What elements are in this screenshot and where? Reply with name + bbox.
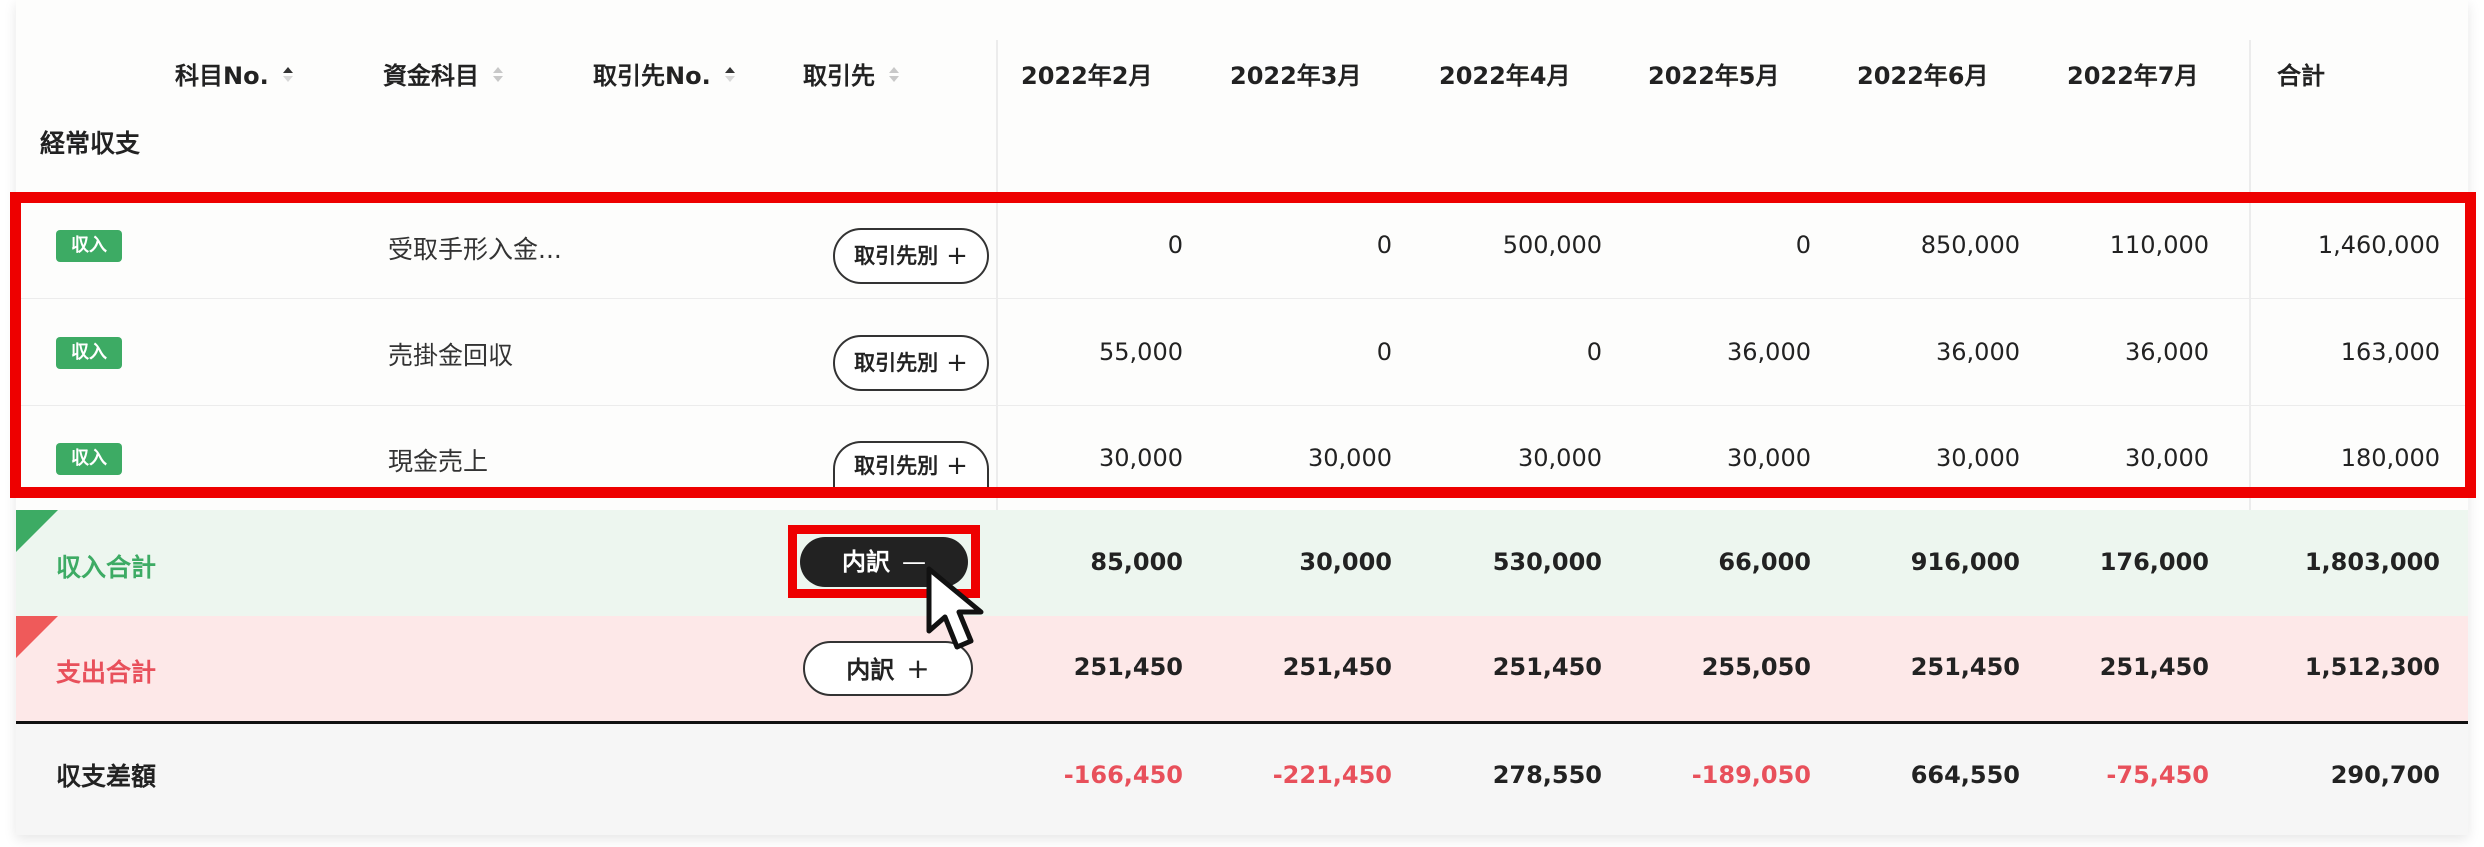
balance-value: 278,550 xyxy=(1492,761,1602,789)
account-name: 売掛金回収 xyxy=(388,341,514,370)
row-value: 0 xyxy=(1167,231,1183,259)
header-month-2: 2022年3月 xyxy=(1230,62,1362,90)
income-total-value: 66,000 xyxy=(1718,548,1811,576)
mouse-pointer-icon xyxy=(926,566,984,650)
balance-value: -221,450 xyxy=(1272,761,1392,789)
balance-total: 290,700 xyxy=(2330,761,2440,789)
row-value: 110,000 xyxy=(2109,231,2209,259)
income-total-sum: 1,803,000 xyxy=(2304,548,2440,576)
row-value: 55,000 xyxy=(1099,338,1183,366)
row-value: 30,000 xyxy=(2125,444,2209,472)
income-badge: 収入 xyxy=(56,337,122,369)
row-value: 36,000 xyxy=(2125,338,2209,366)
income-total-value: 916,000 xyxy=(1910,548,2020,576)
header-month-1: 2022年2月 xyxy=(1021,62,1153,90)
expense-total-sum: 1,512,300 xyxy=(2304,653,2440,681)
header-account[interactable]: 資金科目 xyxy=(383,56,503,91)
row-value: 0 xyxy=(1795,231,1811,259)
expense-total-value: 251,450 xyxy=(1282,653,1392,681)
expense-total-value: 251,450 xyxy=(2099,653,2209,681)
row-value: 500,000 xyxy=(1502,231,1602,259)
row-divider xyxy=(16,405,2468,406)
income-corner-marker xyxy=(16,510,58,552)
account-name: 受取手形入金... xyxy=(388,235,562,264)
income-total-value: 530,000 xyxy=(1492,548,1602,576)
expense-total-label: 支出合計 xyxy=(56,658,157,687)
plus-icon: + xyxy=(946,348,968,378)
header-month-5: 2022年6月 xyxy=(1857,62,1989,90)
income-total-label: 収入合計 xyxy=(56,553,157,582)
row-divider xyxy=(16,298,2468,299)
sort-ascending-icon[interactable] xyxy=(724,67,735,82)
row-value: 30,000 xyxy=(1099,444,1183,472)
balance-value: -75,450 xyxy=(2106,761,2209,789)
row-value: 850,000 xyxy=(1920,231,2020,259)
row-total: 180,000 xyxy=(2340,444,2440,472)
expense-total-value: 255,050 xyxy=(1701,653,1811,681)
row-value: 36,000 xyxy=(1727,338,1811,366)
header-month-3: 2022年4月 xyxy=(1439,62,1571,90)
header-partner-no[interactable]: 取引先No. xyxy=(593,56,735,91)
header-partner[interactable]: 取引先 xyxy=(803,56,899,91)
plus-icon: + xyxy=(946,451,968,481)
by-partner-button[interactable]: 取引先別 + xyxy=(833,335,989,391)
income-total-value: 176,000 xyxy=(2099,548,2209,576)
minus-icon: — xyxy=(902,548,926,576)
expense-corner-marker xyxy=(16,616,58,658)
expense-total-value: 251,450 xyxy=(1492,653,1602,681)
sort-icon[interactable] xyxy=(889,67,899,82)
plus-icon: + xyxy=(946,241,968,271)
sort-icon[interactable] xyxy=(493,67,503,82)
row-value: 30,000 xyxy=(1727,444,1811,472)
expense-total-value: 251,450 xyxy=(1910,653,2020,681)
row-value: 30,000 xyxy=(1518,444,1602,472)
row-total: 163,000 xyxy=(2340,338,2440,366)
income-total-value: 30,000 xyxy=(1299,548,1392,576)
header-total: 合計 xyxy=(2277,62,2325,90)
income-badge: 収入 xyxy=(56,230,122,262)
income-badge: 収入 xyxy=(56,443,122,475)
row-value: 0 xyxy=(1586,338,1602,366)
row-value: 30,000 xyxy=(1936,444,2020,472)
row-value: 30,000 xyxy=(1308,444,1392,472)
balance-value: -189,050 xyxy=(1691,761,1811,789)
header-account-no[interactable]: 科目No. xyxy=(175,56,293,91)
header-month-6: 2022年7月 xyxy=(2067,62,2199,90)
expense-total-value: 251,450 xyxy=(1073,653,1183,681)
balance-value: 664,550 xyxy=(1910,761,2020,789)
by-partner-button[interactable]: 取引先別 + xyxy=(833,228,989,284)
section-label: 経常収支 xyxy=(40,129,141,158)
sort-ascending-icon[interactable] xyxy=(282,67,293,82)
account-name: 現金売上 xyxy=(388,447,489,476)
by-partner-button[interactable]: 取引先別 + xyxy=(833,441,989,489)
row-value: 0 xyxy=(1376,231,1392,259)
header-month-4: 2022年5月 xyxy=(1648,62,1780,90)
income-total-value: 85,000 xyxy=(1090,548,1183,576)
balance-value: -166,450 xyxy=(1063,761,1183,789)
row-value: 0 xyxy=(1376,338,1392,366)
row-value: 36,000 xyxy=(1936,338,2020,366)
row-total: 1,460,000 xyxy=(2317,231,2440,259)
balance-label: 収支差額 xyxy=(56,762,157,791)
